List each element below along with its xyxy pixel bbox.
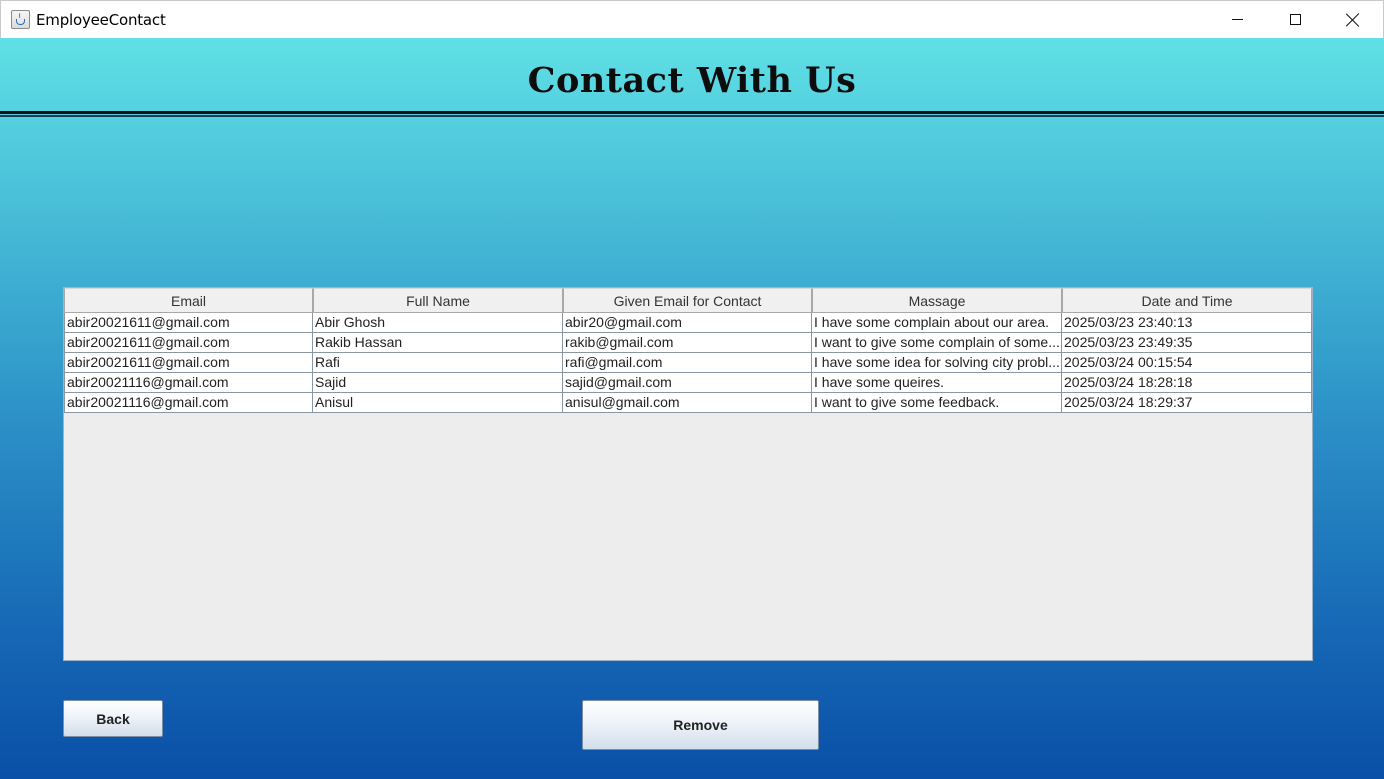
content-panel: Contact With Us Email Full Name Given Em… [0, 38, 1384, 779]
cell-massage[interactable]: I have some complain about our area. [812, 313, 1062, 333]
minimize-icon [1231, 19, 1243, 20]
close-icon [1346, 13, 1360, 27]
table-header: Email Full Name Given Email for Contact … [64, 288, 1312, 313]
cell-date-time[interactable]: 2025/03/24 00:15:54 [1062, 353, 1312, 373]
contacts-table[interactable]: Email Full Name Given Email for Contact … [63, 287, 1313, 661]
cell-contact-email[interactable]: rakib@gmail.com [563, 333, 812, 353]
header-divider [0, 111, 1384, 117]
cell-massage[interactable]: I want to give some feedback. [812, 393, 1062, 413]
cell-contact-email[interactable]: sajid@gmail.com [563, 373, 812, 393]
cell-contact-email[interactable]: rafi@gmail.com [563, 353, 812, 373]
cell-email[interactable]: abir20021611@gmail.com [64, 333, 313, 353]
table-row[interactable]: abir20021611@gmail.com Rafi rafi@gmail.c… [64, 353, 1312, 373]
cell-email[interactable]: abir20021116@gmail.com [64, 393, 313, 413]
table-body: abir20021611@gmail.com Abir Ghosh abir20… [64, 313, 1312, 413]
table-row[interactable]: abir20021611@gmail.com Abir Ghosh abir20… [64, 313, 1312, 333]
maximize-icon [1289, 14, 1301, 25]
page-title: Contact With Us [527, 60, 857, 101]
cell-date-time[interactable]: 2025/03/24 18:29:37 [1062, 393, 1312, 413]
back-button[interactable]: Back [63, 700, 163, 737]
window-title: EmployeeContact [36, 11, 166, 29]
close-button[interactable] [1324, 1, 1382, 38]
cell-contact-email[interactable]: abir20@gmail.com [563, 313, 812, 333]
cell-full-name[interactable]: Sajid [313, 373, 563, 393]
cell-date-time[interactable]: 2025/03/24 18:28:18 [1062, 373, 1312, 393]
window-titlebar: EmployeeContact [0, 0, 1384, 38]
maximize-button[interactable] [1266, 1, 1324, 38]
cell-full-name[interactable]: Rakib Hassan [313, 333, 563, 353]
cell-date-time[interactable]: 2025/03/23 23:49:35 [1062, 333, 1312, 353]
remove-button[interactable]: Remove [582, 700, 819, 750]
cell-massage[interactable]: I want to give some complain of some... [812, 333, 1062, 353]
cell-email[interactable]: abir20021116@gmail.com [64, 373, 313, 393]
column-header-full-name[interactable]: Full Name [313, 288, 563, 313]
column-header-contact-email[interactable]: Given Email for Contact [563, 288, 812, 313]
cell-email[interactable]: abir20021611@gmail.com [64, 353, 313, 373]
cell-massage[interactable]: I have some queires. [812, 373, 1062, 393]
table-row[interactable]: abir20021116@gmail.com Sajid sajid@gmail… [64, 373, 1312, 393]
cell-full-name[interactable]: Anisul [313, 393, 563, 413]
cell-full-name[interactable]: Abir Ghosh [313, 313, 563, 333]
cell-massage[interactable]: I have some idea for solving city probl.… [812, 353, 1062, 373]
column-header-massage[interactable]: Massage [812, 288, 1062, 313]
cell-email[interactable]: abir20021611@gmail.com [64, 313, 313, 333]
java-cup-icon [11, 10, 30, 29]
clipped-footer-text [392, 773, 772, 779]
column-header-date-time[interactable]: Date and Time [1062, 288, 1312, 313]
table-row[interactable]: abir20021116@gmail.com Anisul anisul@gma… [64, 393, 1312, 413]
cell-contact-email[interactable]: anisul@gmail.com [563, 393, 812, 413]
minimize-button[interactable] [1208, 1, 1266, 38]
cell-date-time[interactable]: 2025/03/23 23:40:13 [1062, 313, 1312, 333]
cell-full-name[interactable]: Rafi [313, 353, 563, 373]
table-row[interactable]: abir20021611@gmail.com Rakib Hassan raki… [64, 333, 1312, 353]
column-header-email[interactable]: Email [64, 288, 313, 313]
